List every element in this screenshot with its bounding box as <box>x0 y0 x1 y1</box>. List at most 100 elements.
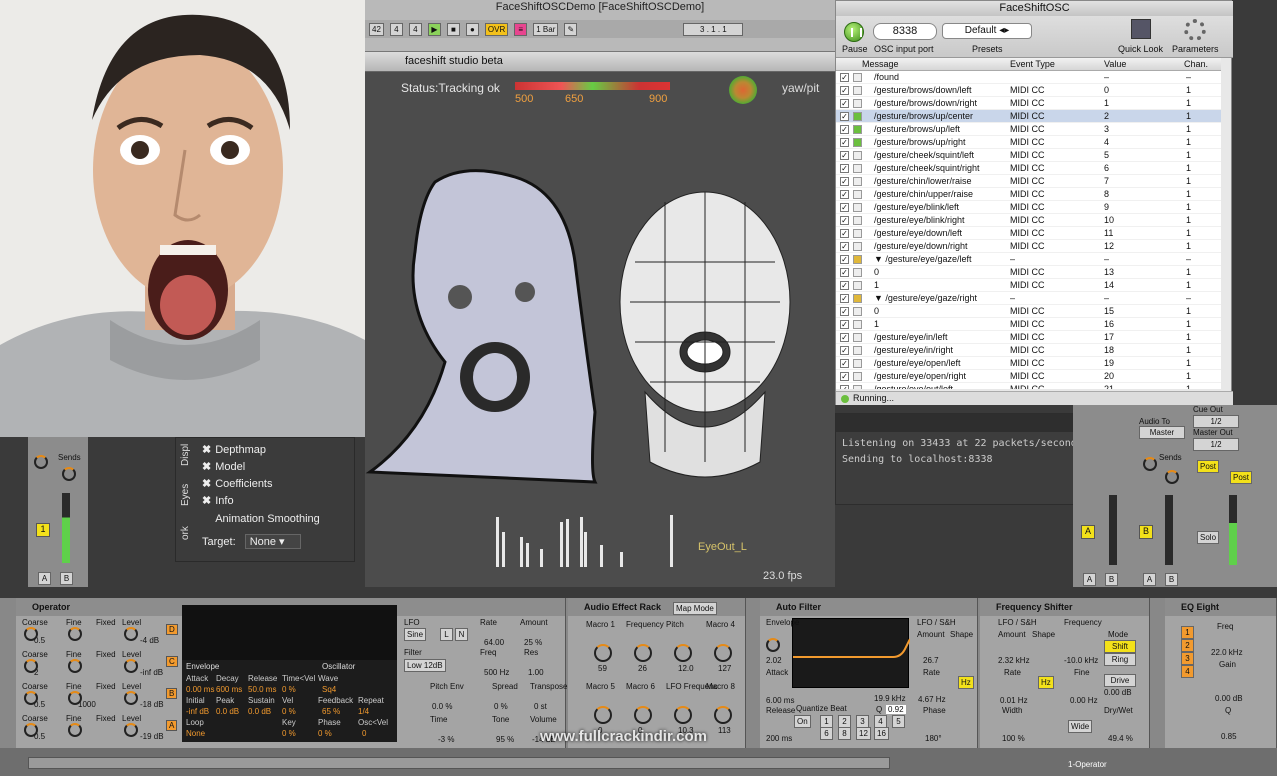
table-row[interactable]: ✓ 1 MIDI CC 16 1 <box>836 318 1221 331</box>
song-position[interactable]: 3 . 1 . 1 <box>683 22 744 36</box>
event-type-cell[interactable]: MIDI CC <box>1010 280 1045 290</box>
macro-knob[interactable] <box>674 706 692 724</box>
crossfade-b[interactable]: B <box>1165 573 1178 586</box>
table-row[interactable]: ✓ /gesture/brows/up/center MIDI CC 2 1 <box>836 110 1221 123</box>
value-cell[interactable]: 13 <box>1104 267 1114 277</box>
event-type-cell[interactable]: MIDI CC <box>1010 176 1045 186</box>
macro-knob[interactable] <box>634 644 652 662</box>
option-depthmap[interactable]: ✖ Depthmap <box>202 443 266 456</box>
send-knob[interactable] <box>1165 470 1179 484</box>
value-cell[interactable]: 10 <box>1104 215 1114 225</box>
play-icon[interactable]: ▶ <box>427 22 441 36</box>
quantize-beat-button[interactable]: 6 <box>820 727 833 740</box>
option-animation-smoothing[interactable]: ✖Animation Smoothing <box>202 512 320 525</box>
channel-cell[interactable]: 1 <box>1186 189 1191 199</box>
value-cell[interactable]: 5 <box>1104 150 1109 160</box>
enable-checkbox[interactable]: ✓ <box>840 333 849 342</box>
enable-checkbox[interactable]: ✓ <box>840 385 849 389</box>
table-row[interactable]: ✓ 0 MIDI CC 15 1 <box>836 305 1221 318</box>
event-type-cell[interactable]: MIDI CC <box>1010 202 1045 212</box>
value-cell[interactable]: 0 <box>1104 85 1109 95</box>
channel-cell[interactable]: 1 <box>1186 358 1191 368</box>
operator-letter-button[interactable]: D <box>166 624 178 635</box>
channel-cell[interactable]: 1 <box>1186 176 1191 186</box>
value-cell[interactable]: 14 <box>1104 280 1114 290</box>
envelope-knob[interactable] <box>766 638 780 652</box>
filter-response-display[interactable] <box>792 618 911 688</box>
enable-checkbox[interactable]: ✓ <box>840 177 849 186</box>
table-row[interactable]: ✓ /gesture/eye/blink/right MIDI CC 10 1 <box>836 214 1221 227</box>
channel-cell[interactable]: 1 <box>1186 111 1191 121</box>
table-row[interactable]: ✓ /gesture/eye/in/right MIDI CC 18 1 <box>836 344 1221 357</box>
table-row[interactable]: ✓ /gesture/eye/open/left MIDI CC 19 1 <box>836 357 1221 370</box>
checkbox-coefficients-icon[interactable]: ✖ <box>202 478 211 490</box>
col-value[interactable]: Value <box>1104 59 1126 69</box>
level-value[interactable]: -19 dB <box>140 732 164 741</box>
signature-numerator[interactable]: 42 <box>369 22 384 36</box>
channel-cell[interactable]: 1 <box>1186 384 1191 389</box>
send-knob[interactable] <box>34 455 48 469</box>
fine-knob[interactable] <box>68 659 82 673</box>
value-cell[interactable]: 21 <box>1104 384 1114 389</box>
enable-checkbox[interactable]: ✓ <box>840 86 849 95</box>
event-type-cell[interactable]: MIDI CC <box>1010 150 1045 160</box>
fine-knob[interactable] <box>68 627 82 641</box>
presets-select[interactable]: Default ◂▸ <box>942 23 1032 39</box>
table-row[interactable]: ✓ 1 MIDI CC 14 1 <box>836 279 1221 292</box>
channel-cell[interactable]: 1 <box>1186 163 1191 173</box>
checkbox-smoothing-icon[interactable]: ✖ <box>202 513 211 525</box>
event-type-cell[interactable]: MIDI CC <box>1010 189 1045 199</box>
event-type-cell[interactable]: MIDI CC <box>1010 384 1045 389</box>
option-coefficients[interactable]: ✖ Coefficients <box>202 477 273 490</box>
eq-band-button[interactable]: 2 <box>1181 639 1194 652</box>
target-select[interactable]: None ▾ <box>244 534 301 549</box>
table-row[interactable]: ✓ /gesture/brows/up/right MIDI CC 4 1 <box>836 136 1221 149</box>
lfo-n-button[interactable]: N <box>455 628 468 641</box>
send-knob[interactable] <box>62 467 76 481</box>
macro-knob[interactable] <box>714 706 732 724</box>
col-message[interactable]: Message <box>862 59 899 69</box>
enable-checkbox[interactable]: ✓ <box>840 346 849 355</box>
channel-cell[interactable]: 1 <box>1186 319 1191 329</box>
event-type-cell[interactable]: MIDI CC <box>1010 85 1045 95</box>
track-b-activator[interactable]: B <box>1139 525 1153 539</box>
col-event-type[interactable]: Event Type <box>1010 59 1055 69</box>
eq-band-button[interactable]: 4 <box>1181 665 1194 678</box>
value-cell[interactable]: 4 <box>1104 137 1109 147</box>
channel-cell[interactable]: 1 <box>1186 85 1191 95</box>
draw-mode-icon[interactable]: ✎ <box>564 22 578 36</box>
fine-knob[interactable] <box>68 691 82 705</box>
table-row[interactable]: ✓ /found – – <box>836 71 1221 84</box>
master-out-select[interactable]: 1/2 <box>1193 438 1239 451</box>
col-channel[interactable]: Chan. <box>1184 59 1208 69</box>
table-row[interactable]: ✓ /gesture/brows/down/right MIDI CC 1 1 <box>836 97 1221 110</box>
value-cell[interactable]: 7 <box>1104 176 1109 186</box>
event-type-cell[interactable]: MIDI CC <box>1010 332 1045 342</box>
level-knob[interactable] <box>124 627 138 641</box>
coarse-knob[interactable] <box>24 627 38 641</box>
hz-button[interactable]: Hz <box>1038 676 1054 689</box>
channel-cell[interactable]: – <box>1186 72 1191 82</box>
quantize-beat-button[interactable]: 8 <box>838 727 851 740</box>
signature-b[interactable]: 4 <box>408 22 422 36</box>
post-button[interactable]: Post <box>1197 460 1220 473</box>
send-knob[interactable] <box>1143 457 1157 471</box>
enable-checkbox[interactable]: ✓ <box>840 203 849 212</box>
table-row[interactable]: ✓ ▼ /gesture/eye/gaze/left – – – <box>836 253 1221 266</box>
value-cell[interactable]: 1 <box>1104 98 1109 108</box>
event-type-cell[interactable]: MIDI CC <box>1010 319 1045 329</box>
event-type-cell[interactable]: MIDI CC <box>1010 163 1045 173</box>
channel-cell[interactable]: 1 <box>1186 137 1191 147</box>
track-a-activator[interactable]: A <box>1081 525 1095 539</box>
event-type-cell[interactable]: MIDI CC <box>1010 98 1045 108</box>
channel-cell[interactable]: 1 <box>1186 98 1191 108</box>
record-icon[interactable]: ● <box>465 22 479 36</box>
channel-cell[interactable]: 1 <box>1186 150 1191 160</box>
enable-checkbox[interactable]: ✓ <box>840 216 849 225</box>
value-cell[interactable]: 15 <box>1104 306 1114 316</box>
value-cell[interactable]: – <box>1104 72 1109 82</box>
enable-checkbox[interactable]: ✓ <box>840 281 849 290</box>
option-info[interactable]: ✖ Info <box>202 494 234 507</box>
enable-checkbox[interactable]: ✓ <box>840 151 849 160</box>
event-type-cell[interactable]: MIDI CC <box>1010 267 1045 277</box>
